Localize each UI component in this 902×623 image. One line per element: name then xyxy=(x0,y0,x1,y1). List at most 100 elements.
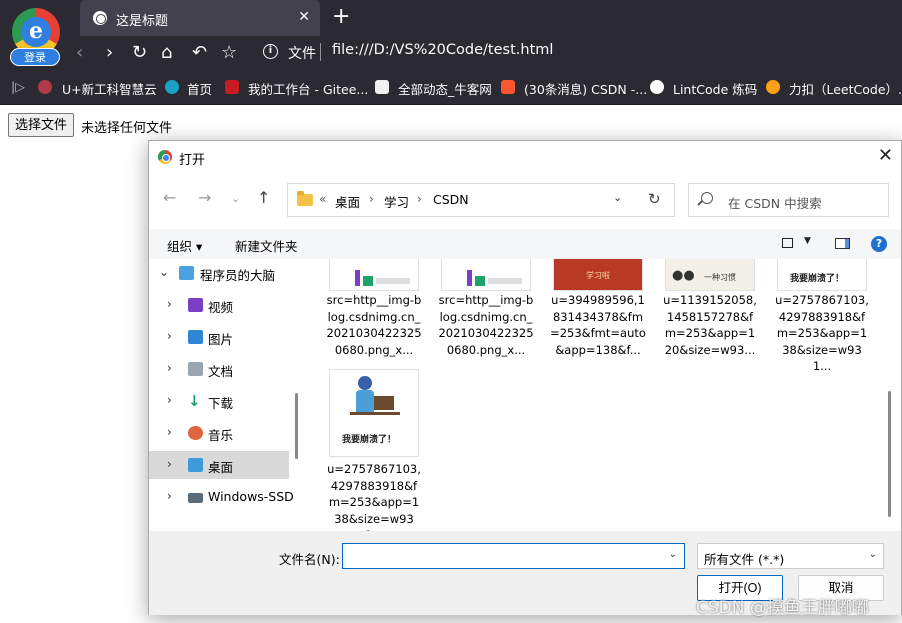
search-box[interactable]: 在 CSDN 中搜索 xyxy=(688,183,889,217)
thumb-graphic xyxy=(374,396,394,410)
filename-dropdown-icon[interactable]: ⌄ xyxy=(669,549,677,560)
bookmark-home[interactable]: 首页 xyxy=(187,79,212,98)
filetype-value: 所有文件 (*.*) xyxy=(704,552,785,567)
breadcrumb-csdn[interactable]: CSDN xyxy=(433,192,469,207)
search-icon xyxy=(701,192,713,204)
dialog-close-icon[interactable]: ✕ xyxy=(878,145,893,166)
folder-icon xyxy=(297,191,313,206)
site-info-icon[interactable]: i xyxy=(263,44,278,59)
breadcrumb-separator: › xyxy=(369,192,374,206)
dialog-title: 打开 xyxy=(179,153,206,168)
address-bar[interactable]: file:///D:/VS%20Code/test.html xyxy=(332,42,553,58)
bookmark-nowcoder[interactable]: 全部动态_牛客网 xyxy=(398,79,492,98)
breadcrumb-separator: › xyxy=(417,192,422,206)
video-folder-icon xyxy=(188,298,203,312)
file-thumbnail[interactable]: 学习啦 xyxy=(553,259,643,291)
tree-scrollbar[interactable] xyxy=(295,393,298,459)
download-icon: ↓ xyxy=(188,392,201,410)
file-name[interactable]: u=2757867103,4297883918&fm=253&app=138&s… xyxy=(774,292,870,375)
file-thumbnail[interactable]: 我要崩溃了！ xyxy=(777,259,867,291)
choose-file-button[interactable]: 选择文件 xyxy=(8,113,75,137)
bookmark-leetcode[interactable]: 力扣（LeetCode）... xyxy=(789,79,902,98)
file-list: src=http__img-blog.csdnimg.cn_2021030422… xyxy=(307,259,901,531)
recent-dropdown-icon[interactable]: ⌄ xyxy=(231,192,240,205)
favorite-star-icon[interactable]: ☆ xyxy=(221,42,237,64)
file-name[interactable]: src=http__img-blog.csdnimg.cn_2021030422… xyxy=(326,292,422,358)
home-icon[interactable]: ⌂ xyxy=(161,42,172,64)
new-folder-button[interactable]: 新建文件夹 xyxy=(235,236,298,255)
breadcrumb-desktop[interactable]: 桌面 xyxy=(335,192,360,211)
up-arrow-icon[interactable]: ↑ xyxy=(257,188,270,207)
forward-arrow-icon[interactable]: → xyxy=(198,188,211,207)
bookmarks-toggle-icon[interactable]: |▷ xyxy=(11,79,25,94)
thumb-graphic xyxy=(488,278,522,284)
login-label[interactable]: 登录 xyxy=(10,48,60,66)
file-name[interactable]: u=2757867103,4297883918&fm=253&app=138&s… xyxy=(326,461,422,531)
browser-tab[interactable]: 这是标题 ✕ xyxy=(80,0,320,36)
file-name[interactable]: u=394989596,1831434378&fm=253&fmt=auto&a… xyxy=(550,292,646,358)
tree-item-label: 下载 xyxy=(208,396,234,411)
filename-input[interactable]: ⌄ xyxy=(342,543,685,569)
back-arrow-icon[interactable]: ← xyxy=(163,188,176,207)
back-icon[interactable]: ‹ xyxy=(76,42,83,64)
view-dropdown-icon[interactable]: ▼ xyxy=(804,236,811,246)
file-thumbnail[interactable]: ●● 一种习惯 xyxy=(665,259,755,291)
csdn-icon xyxy=(501,80,515,94)
organize-button[interactable]: 组织 ▾ xyxy=(167,236,202,255)
thumb-caption: 学习啦 xyxy=(586,271,610,280)
new-tab-icon[interactable]: + xyxy=(332,5,350,29)
bookmark-gitee[interactable]: 我的工作台 - Gitee... xyxy=(248,79,368,98)
address-path-box[interactable]: « 桌面 › 学习 › CSDN ⌄ ↻ xyxy=(287,183,675,217)
tree-item-documents[interactable]: › 文档 xyxy=(149,355,289,383)
bookmark-csdn[interactable]: (30条消息) CSDN -... xyxy=(524,79,647,98)
tree-item-windows-ssd[interactable]: › Windows-SSD xyxy=(149,483,294,511)
tab-title: 这是标题 xyxy=(116,14,169,29)
file-list-scrollbar[interactable] xyxy=(888,391,891,517)
bookmark-uplus[interactable]: U+新工科智慧云 xyxy=(62,79,157,98)
breadcrumb-study[interactable]: 学习 xyxy=(384,192,409,211)
chevron-down-icon[interactable]: ⌄ xyxy=(159,265,169,279)
chevron-right-icon[interactable]: › xyxy=(167,489,172,503)
computer-icon xyxy=(179,266,194,280)
reload-icon[interactable]: ↻ xyxy=(132,42,147,64)
chevron-right-icon[interactable]: › xyxy=(167,457,172,471)
tree-item-root[interactable]: ⌄ 程序员的大脑 xyxy=(149,259,289,287)
undo-icon[interactable]: ↶ xyxy=(192,42,207,64)
tree-item-pictures[interactable]: › 图片 xyxy=(149,323,289,351)
path-dropdown-icon[interactable]: ⌄ xyxy=(613,191,622,204)
file-thumbnail[interactable]: 我要崩溃了！ xyxy=(329,369,419,457)
help-icon[interactable]: ? xyxy=(871,236,887,252)
forward-icon[interactable]: › xyxy=(106,42,113,64)
file-thumbnail[interactable] xyxy=(329,259,419,291)
bookmark-lintcode[interactable]: LintCode 炼码 xyxy=(673,79,757,98)
chevron-right-icon[interactable]: › xyxy=(167,361,172,375)
breadcrumb-overflow[interactable]: « xyxy=(319,192,326,206)
dialog-toolbar: 组织 ▾ 新建文件夹 ▼ ? xyxy=(149,229,901,259)
csdn-watermark: CSDN @摸鱼王胖嘟嘟 xyxy=(696,598,869,618)
url-divider xyxy=(320,43,321,61)
chevron-right-icon[interactable]: › xyxy=(167,425,172,439)
preview-pane-icon[interactable] xyxy=(835,238,850,249)
chevron-right-icon[interactable]: › xyxy=(167,329,172,343)
tree-item-desktop[interactable]: › 桌面 xyxy=(149,451,289,479)
chevron-right-icon[interactable]: › xyxy=(167,393,172,407)
tab-close-icon[interactable]: ✕ xyxy=(298,9,310,25)
organize-label: 组织 xyxy=(167,239,193,254)
lintcode-icon xyxy=(650,80,664,94)
file-name[interactable]: src=http__img-blog.csdnimg.cn_2021030422… xyxy=(438,292,534,358)
chevron-right-icon[interactable]: › xyxy=(167,297,172,311)
tree-item-videos[interactable]: › 视频 xyxy=(149,291,289,319)
nowcoder-icon xyxy=(375,80,389,94)
thumb-graphic xyxy=(355,270,360,286)
profile-button[interactable]: e 登录 xyxy=(10,8,64,70)
thumb-graphic xyxy=(467,270,472,286)
filetype-select[interactable]: 所有文件 (*.*) ⌄ xyxy=(697,543,884,569)
tree-item-music[interactable]: › 音乐 xyxy=(149,419,289,447)
refresh-icon[interactable]: ↻ xyxy=(648,190,661,208)
tree-item-label: 视频 xyxy=(208,300,234,315)
thumb-graphic xyxy=(363,276,373,286)
view-mode-icon[interactable] xyxy=(782,238,793,248)
tree-item-downloads[interactable]: › ↓ 下载 xyxy=(149,387,289,415)
file-name[interactable]: u=1139152058,1458157278&fm=253&app=120&s… xyxy=(662,292,758,358)
file-thumbnail[interactable] xyxy=(441,259,531,291)
